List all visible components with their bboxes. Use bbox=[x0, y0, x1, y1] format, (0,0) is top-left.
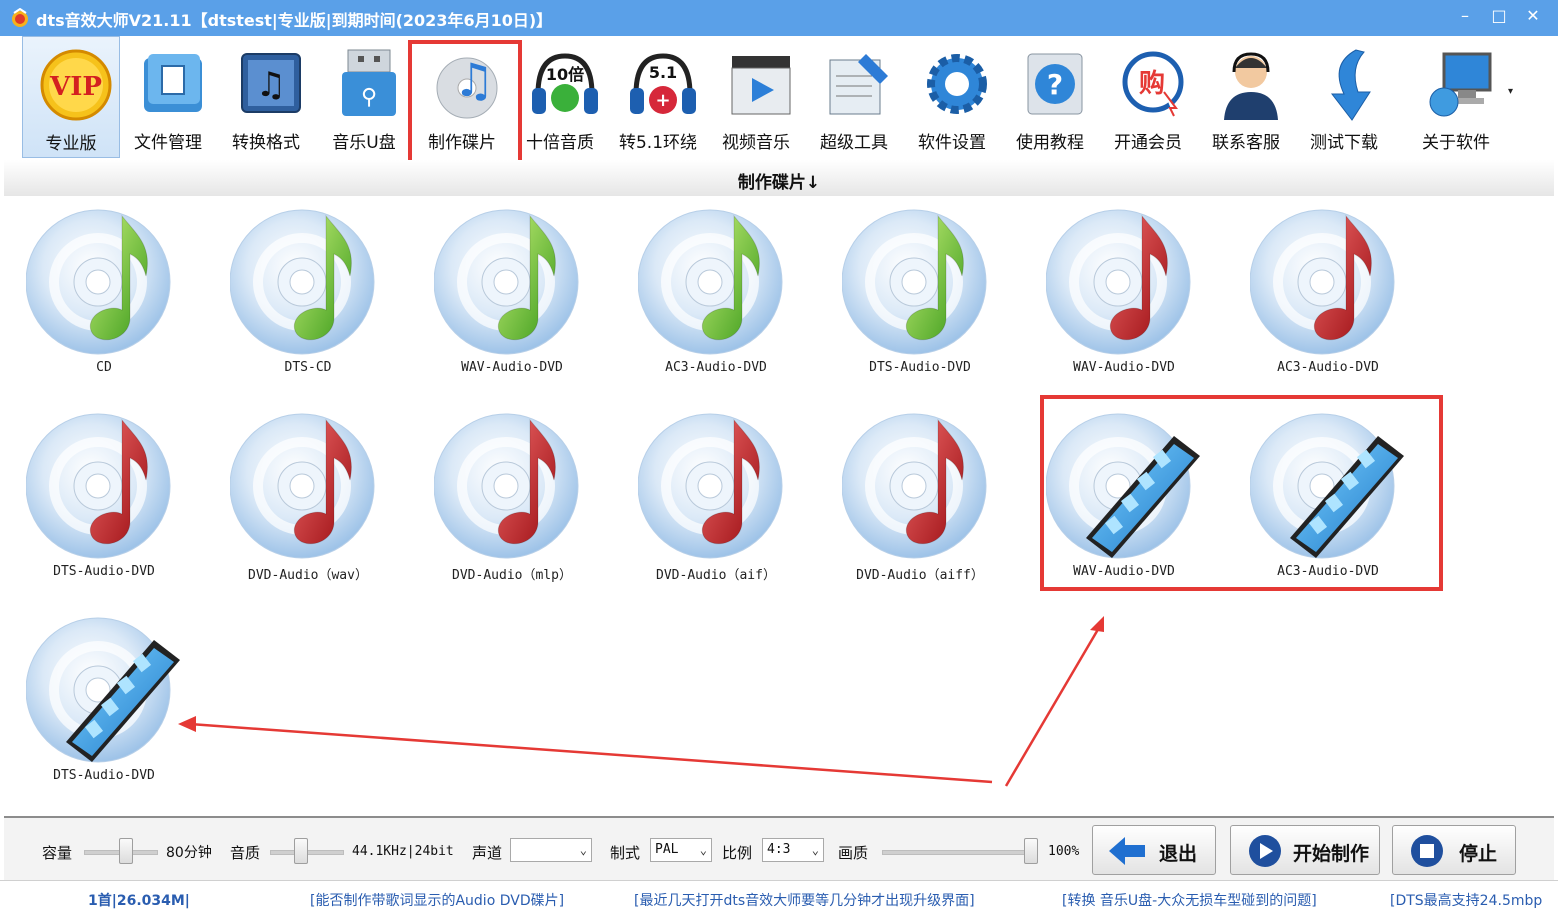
picture-label: 画质 bbox=[838, 844, 869, 862]
arrow-left-icon bbox=[1109, 837, 1145, 865]
chevron-down-icon: ⌄ bbox=[579, 843, 587, 857]
picture-slider-thumb[interactable] bbox=[1024, 838, 1038, 864]
capacity-slider-thumb[interactable] bbox=[119, 838, 133, 864]
status-link[interactable]: [最近几天打开dts音效大师要等几分钟才出现升级界面] bbox=[634, 890, 975, 910]
format-label: 制式 bbox=[610, 844, 641, 862]
arrow-head bbox=[1090, 616, 1104, 632]
ratio-label: 比例 bbox=[722, 844, 753, 862]
play-icon bbox=[1249, 835, 1281, 867]
status-link[interactable]: [转换 音乐U盘-大众无损车型碰到的问题] bbox=[1062, 890, 1317, 910]
stop-button[interactable]: 停止 bbox=[1392, 825, 1516, 875]
quality-slider-thumb[interactable] bbox=[294, 838, 308, 864]
quality-value: 44.1KHz|24bit bbox=[352, 844, 454, 859]
chevron-down-icon: ⌄ bbox=[699, 843, 707, 857]
stop-icon bbox=[1411, 835, 1443, 867]
arrow-head bbox=[178, 716, 196, 732]
exit-button-label: 退出 bbox=[1159, 843, 1198, 865]
picture-value: 100% bbox=[1048, 844, 1080, 859]
start-button-label: 开始制作 bbox=[1293, 843, 1370, 865]
status-link[interactable]: [能否制作带歌词显示的Audio DVD碟片] bbox=[310, 890, 564, 910]
control-bar: 容量 80分钟 音质 44.1KHz|24bit 声道 ⌄ 制式 PAL ⌄ 比… bbox=[4, 816, 1554, 882]
status-link[interactable]: [DTS最高支持24.5mbp bbox=[1390, 890, 1542, 910]
exit-button[interactable]: 退出 bbox=[1092, 825, 1216, 875]
status-count: 1首|26.034M| bbox=[88, 893, 190, 909]
stop-button-label: 停止 bbox=[1459, 843, 1498, 865]
format-select[interactable]: PAL ⌄ bbox=[650, 838, 712, 862]
channel-select[interactable]: ⌄ bbox=[510, 838, 592, 862]
status-bar: 1首|26.034M| [能否制作带歌词显示的Audio DVD碟片] [最近几… bbox=[0, 880, 1558, 915]
picture-slider-track[interactable] bbox=[882, 850, 1038, 855]
capacity-label: 容量 bbox=[42, 844, 73, 862]
ratio-select-value: 4:3 bbox=[767, 842, 791, 857]
quality-label: 音质 bbox=[230, 844, 261, 862]
capacity-value: 80分钟 bbox=[166, 845, 212, 861]
channel-label: 声道 bbox=[472, 844, 503, 862]
annotation-arrows bbox=[178, 616, 1104, 787]
chevron-down-icon: ⌄ bbox=[811, 843, 819, 857]
start-button[interactable]: 开始制作 bbox=[1230, 825, 1380, 875]
ratio-select[interactable]: 4:3 ⌄ bbox=[762, 838, 824, 862]
app-window: dts音效大师V21.11【dtstest|专业版|到期时间(2023年6月10… bbox=[0, 0, 1558, 915]
format-select-value: PAL bbox=[655, 842, 679, 857]
